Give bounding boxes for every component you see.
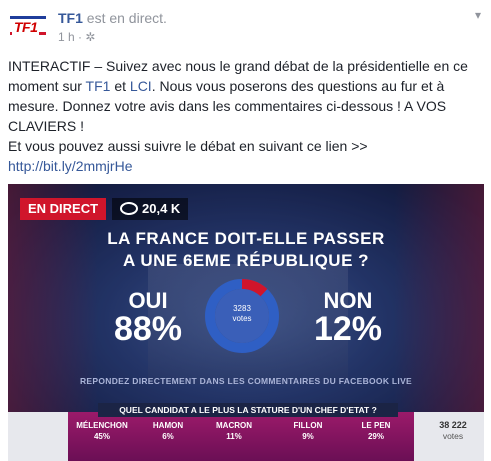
total-votes-count: 38 222 (439, 420, 467, 430)
tf1-logo-icon: TF1 (10, 16, 46, 36)
candidate-pct: 9% (302, 432, 314, 441)
timestamp-text: 1 h (58, 30, 75, 44)
logo-text: TF1 (12, 19, 40, 35)
lci-link[interactable]: LCI (130, 78, 152, 94)
candidate-pct: 29% (367, 432, 384, 441)
candidate-fillon: FILLON 9% (278, 420, 338, 442)
donut-vote-label: votes (232, 314, 252, 323)
live-status-text: est en direct. (86, 10, 167, 26)
candidate-lepen: LE PEN 29% (346, 420, 406, 442)
poll-question: LA FRANCE DOIT-ELLE PASSER A UNE 6EME RÉ… (68, 228, 424, 272)
post-text-and: et (110, 78, 130, 94)
reply-instruction: REPONDEZ DIRECTEMENT DANS LES COMMENTAIR… (79, 376, 413, 386)
candidate-poll-bar: MÉLENCHON 45% HAMON 6% MACRON 11% FILLON 9% … (8, 412, 484, 461)
post-body: INTERACTIF – Suivez avec nous le grand d… (8, 56, 484, 176)
candidate-pct: 45% (93, 432, 110, 441)
candidate-question: QUEL CANDIDAT A LE PLUS LA STATURE D'UN … (98, 403, 398, 417)
viewer-count-text: 20,4 K (142, 201, 181, 216)
tf1-link[interactable]: TF1 (86, 78, 111, 94)
chevron-down-icon[interactable]: ▾ (475, 8, 481, 22)
no-percentage: 12% (313, 310, 383, 348)
candidate-name: LE PEN (361, 421, 391, 430)
candidate-pct: 11% (226, 432, 242, 441)
post-author-line: TF1 est en direct. (58, 10, 167, 26)
total-votes: 38 222 votes (428, 420, 478, 442)
globe-icon: ✲ (85, 30, 96, 44)
live-badge: EN DIRECT (20, 198, 106, 220)
bitly-link[interactable]: http://bit.ly/2mmjrHe (8, 158, 132, 174)
candidate-name: MÉLENCHON (76, 421, 128, 430)
poll-question-line-2: A UNE 6EME RÉPUBLIQUE ? (122, 251, 370, 270)
post-paragraph-2: Et vous pouvez aussi suivre le débat en … (8, 136, 484, 176)
post-paragraph-1: INTERACTIF – Suivez avec nous le grand d… (8, 56, 484, 136)
donut-center-label: 3283 votes (202, 304, 282, 324)
page-name-link[interactable]: TF1 (58, 10, 83, 26)
candidate-macron: MACRON 11% (204, 420, 264, 442)
poll-question-line-1: LA FRANCE DOIT-ELLE PASSER (107, 229, 385, 248)
viewer-count: 20,4 K (112, 198, 189, 220)
yes-percentage: 88% (113, 310, 183, 348)
page-logo[interactable]: TF1 (8, 6, 48, 46)
candidate-name: MACRON (216, 421, 252, 430)
candidate-melenchon: MÉLENCHON 45% (72, 420, 132, 442)
post-text-link-intro: Et vous pouvez aussi suivre le débat en … (8, 138, 368, 154)
candidate-pct: 6% (162, 432, 174, 441)
post-header: TF1 TF1 est en direct. 1 h · ✲ ▾ (8, 6, 483, 46)
candidate-strip: MÉLENCHON 45% HAMON 6% MACRON 11% FILLON 9% … (68, 412, 414, 461)
candidate-name: HAMON (152, 421, 184, 430)
candidate-hamon: HAMON 6% (138, 420, 198, 442)
live-video-player[interactable]: EN DIRECT 20,4 K LA FRANCE DOIT-ELLE PAS… (8, 184, 484, 461)
donut-vote-count: 3283 (233, 304, 251, 313)
candidate-name: FILLON (293, 421, 323, 430)
post-timestamp[interactable]: 1 h · ✲ (58, 30, 95, 44)
total-votes-label: votes (442, 431, 464, 441)
eye-icon (120, 202, 138, 216)
